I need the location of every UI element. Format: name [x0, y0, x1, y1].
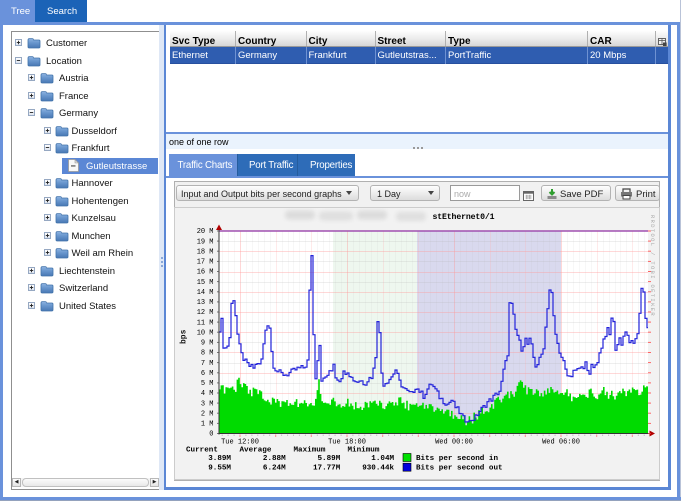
svg-text:9 M: 9 M	[201, 340, 214, 348]
svg-text:Tue 18:00: Tue 18:00	[328, 439, 366, 447]
svg-text:930.44k: 930.44k	[362, 464, 394, 472]
svg-text:12 M: 12 M	[197, 309, 214, 317]
svg-text:Minimum: Minimum	[348, 447, 380, 455]
svg-text:15 M: 15 M	[197, 279, 214, 287]
svg-text:1 M: 1 M	[201, 421, 214, 429]
svg-text:6 M: 6 M	[201, 370, 214, 378]
svg-text:2 M: 2 M	[201, 410, 214, 418]
svg-text:1.04M: 1.04M	[371, 455, 394, 463]
svg-text:10 M: 10 M	[197, 330, 214, 338]
svg-text:17 M: 17 M	[197, 259, 214, 267]
svg-text:Bits per second in: Bits per second in	[416, 455, 498, 463]
svg-text:RRDTOOL / TOBI OETIKER: RRDTOOL / TOBI OETIKER	[649, 215, 655, 317]
svg-text:6.24M: 6.24M	[263, 464, 286, 472]
svg-text:7 M: 7 M	[201, 360, 214, 368]
svg-text:8 M: 8 M	[201, 350, 214, 358]
svg-text:bps: bps	[180, 329, 189, 344]
svg-text:2.88M: 2.88M	[263, 455, 286, 463]
svg-text:stEthernet0/1: stEthernet0/1	[433, 212, 495, 222]
svg-text:14 M: 14 M	[197, 289, 214, 297]
svg-text:9.55M: 9.55M	[208, 464, 231, 472]
svg-text:19 M: 19 M	[197, 238, 214, 246]
svg-text:5 M: 5 M	[201, 380, 214, 388]
svg-text:4 M: 4 M	[201, 390, 214, 398]
svg-text:Average: Average	[240, 447, 272, 455]
svg-text:0: 0	[209, 431, 213, 439]
svg-text:17.77M: 17.77M	[313, 464, 341, 472]
svg-text:3.89M: 3.89M	[208, 455, 231, 463]
svg-text:Tue 12:00: Tue 12:00	[221, 439, 259, 447]
svg-text:Current: Current	[186, 447, 218, 455]
svg-text:Bits per second out: Bits per second out	[416, 464, 503, 472]
svg-text:11 M: 11 M	[197, 319, 214, 327]
svg-text:Wed 06:00: Wed 06:00	[542, 439, 580, 447]
svg-text:5.89M: 5.89M	[318, 455, 341, 463]
svg-text:3 M: 3 M	[201, 400, 214, 408]
svg-text:13 M: 13 M	[197, 299, 214, 307]
svg-text:16 M: 16 M	[197, 269, 214, 277]
svg-text:18 M: 18 M	[197, 249, 214, 257]
svg-text:Wed 00:00: Wed 00:00	[435, 439, 473, 447]
svg-text:20 M: 20 M	[197, 228, 214, 236]
svg-text:Maximum: Maximum	[294, 447, 326, 455]
